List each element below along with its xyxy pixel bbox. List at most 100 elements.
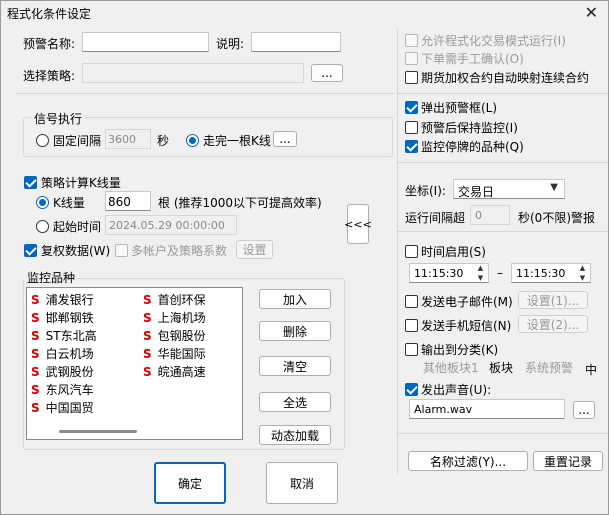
- cancel-button[interactable]: 取消: [266, 462, 338, 504]
- monitor-suspend-checkbox[interactable]: [405, 140, 418, 153]
- sms-checkbox[interactable]: [405, 319, 418, 332]
- start-time-radio[interactable]: [36, 220, 49, 233]
- time-from-value: 11:15:30: [414, 267, 464, 280]
- dynamic-load-button[interactable]: 动态加载: [259, 425, 331, 445]
- strategy-kline-label: 策略计算K线量: [41, 176, 121, 190]
- add-button[interactable]: 加入: [259, 289, 331, 309]
- list-item[interactable]: S ST东北高: [31, 327, 97, 344]
- name-filter-button[interactable]: 名称过滤(Y)...: [408, 451, 528, 471]
- output-category-checkbox[interactable]: [405, 343, 418, 356]
- run-interval-label: 运行间隔超: [405, 211, 466, 225]
- collapse-button[interactable]: <<<: [344, 204, 372, 244]
- list-item[interactable]: S 上海机场: [143, 309, 206, 326]
- strategy-label: 选择策略:: [23, 69, 76, 83]
- list-item[interactable]: S 中国国贸: [31, 399, 94, 416]
- list-item[interactable]: S 华能国际: [143, 345, 206, 362]
- strategy-browse-button[interactable]: ...: [311, 64, 343, 82]
- rights-checkbox[interactable]: [24, 244, 37, 257]
- allow-auto-label: 允许程式化交易模式运行(I): [421, 34, 566, 48]
- list-item[interactable]: S 白云机场: [31, 345, 94, 362]
- manual-confirm-label: 下单需手工确认(O): [421, 52, 524, 66]
- list-item[interactable]: S 浦发银行: [31, 291, 94, 308]
- spin-up-icon: ▲: [579, 264, 586, 272]
- time-from-spinner[interactable]: ▲ ▼: [473, 263, 488, 283]
- strategy-kline-checkbox[interactable]: [24, 176, 37, 189]
- list-item[interactable]: S 皖通高速: [143, 363, 206, 380]
- axis-select-value: 交易日: [458, 185, 495, 199]
- list-item[interactable]: S 武钢股份: [31, 363, 94, 380]
- description-label: 说明:: [216, 37, 245, 51]
- start-time-label: 起始时间: [53, 220, 102, 234]
- time-to-value: 11:15:30: [516, 267, 566, 280]
- allow-auto-checkbox[interactable]: [405, 34, 418, 47]
- popup-label: 弹出预警框(L): [421, 101, 498, 115]
- axis-select[interactable]: 交易日 ▼: [453, 179, 565, 199]
- divider: [398, 162, 608, 163]
- list-item[interactable]: S 包钢股份: [143, 327, 206, 344]
- horizontal-scrollbar[interactable]: [59, 430, 137, 433]
- sound-checkbox[interactable]: [405, 383, 418, 396]
- time-enable-label: 时间启用(S): [421, 245, 486, 259]
- title-bar: 程式化条件设定 ✕: [1, 1, 608, 25]
- select-all-button[interactable]: 全选: [259, 392, 331, 412]
- monitor-suspend-label: 监控停牌的品种(Q): [421, 140, 524, 154]
- watch-group-title: 监控品种: [24, 269, 79, 286]
- signal-group-title: 信号执行: [31, 110, 86, 127]
- divider: [398, 433, 608, 434]
- stock-mark: S: [31, 383, 40, 397]
- keep-monitor-label: 预警后保持监控(I): [421, 121, 518, 135]
- email-label: 发送电子邮件(M): [421, 295, 513, 309]
- kline-count-label: K线量: [53, 196, 85, 210]
- time-to-spinner[interactable]: ▲ ▼: [575, 263, 590, 283]
- email-checkbox[interactable]: [405, 295, 418, 308]
- close-icon[interactable]: ✕: [585, 3, 598, 22]
- kline-count-hint: 根 (推荐1000以下可提高效率): [158, 196, 322, 210]
- stock-mark: S: [31, 347, 40, 361]
- alert-name-input[interactable]: [82, 32, 209, 52]
- ok-button[interactable]: 确定: [154, 462, 226, 504]
- fixed-interval-input[interactable]: 3600: [105, 129, 151, 149]
- stock-mark: S: [31, 311, 40, 325]
- description-input[interactable]: [251, 32, 341, 52]
- sound-browse-button[interactable]: ...: [573, 401, 595, 419]
- spin-down-icon: ▼: [579, 274, 586, 282]
- panel-divider: [397, 29, 398, 474]
- email-settings-button[interactable]: 设置(1)...: [518, 291, 588, 309]
- keep-monitor-checkbox[interactable]: [405, 121, 418, 134]
- alert-name-label: 预警名称:: [23, 37, 76, 51]
- category-other-label[interactable]: 其他板块1: [423, 359, 479, 376]
- stock-mark: S: [31, 401, 40, 415]
- category-sys-label[interactable]: 系统预警: [525, 359, 573, 376]
- multi-account-settings-button[interactable]: 设置: [236, 240, 273, 259]
- category-block-label[interactable]: 板块: [489, 359, 513, 376]
- popup-checkbox[interactable]: [405, 101, 418, 114]
- spin-up-icon: ▲: [477, 264, 484, 272]
- clear-button[interactable]: 清空: [259, 356, 331, 376]
- run-interval-input[interactable]: 0: [470, 205, 510, 225]
- kline-settings-button[interactable]: ...: [273, 131, 297, 147]
- time-enable-checkbox[interactable]: [405, 245, 418, 258]
- sms-settings-button[interactable]: 设置(2)...: [518, 315, 588, 333]
- fixed-interval-radio[interactable]: [36, 134, 49, 147]
- start-time-input[interactable]: 2024.05.29 00:00:00: [105, 215, 237, 235]
- watch-list[interactable]: S 浦发银行 S 邯郸钢铁 S ST东北高 S 白云机场 S 武钢股份 S 东风汽车 S 中国…: [26, 287, 243, 440]
- futures-map-checkbox[interactable]: [405, 71, 418, 84]
- reset-record-button[interactable]: 重置记录: [533, 451, 603, 471]
- kline-label: 走完一根K线: [203, 134, 271, 148]
- fixed-interval-label: 固定间隔: [53, 134, 102, 148]
- manual-confirm-checkbox[interactable]: [405, 52, 418, 65]
- multi-account-checkbox[interactable]: [115, 244, 128, 257]
- stock-mark: S: [143, 329, 152, 343]
- kline-count-radio[interactable]: [36, 196, 49, 209]
- list-item[interactable]: S 首创环保: [143, 291, 206, 308]
- stock-mark: S: [31, 365, 40, 379]
- list-item[interactable]: S 东风汽车: [31, 381, 94, 398]
- kline-count-input[interactable]: 860: [105, 191, 151, 211]
- kline-radio[interactable]: [186, 134, 199, 147]
- list-item[interactable]: S 邯郸钢铁: [31, 309, 94, 326]
- dialog-window: 程式化条件设定 ✕ 预警名称: 说明: 选择策略: ... 信号执行 固定间隔 …: [0, 0, 609, 515]
- delete-button[interactable]: 删除: [259, 321, 331, 341]
- sound-file-input[interactable]: Alarm.wav: [409, 399, 565, 419]
- strategy-input[interactable]: [82, 63, 304, 83]
- seconds-label: 秒: [157, 134, 170, 148]
